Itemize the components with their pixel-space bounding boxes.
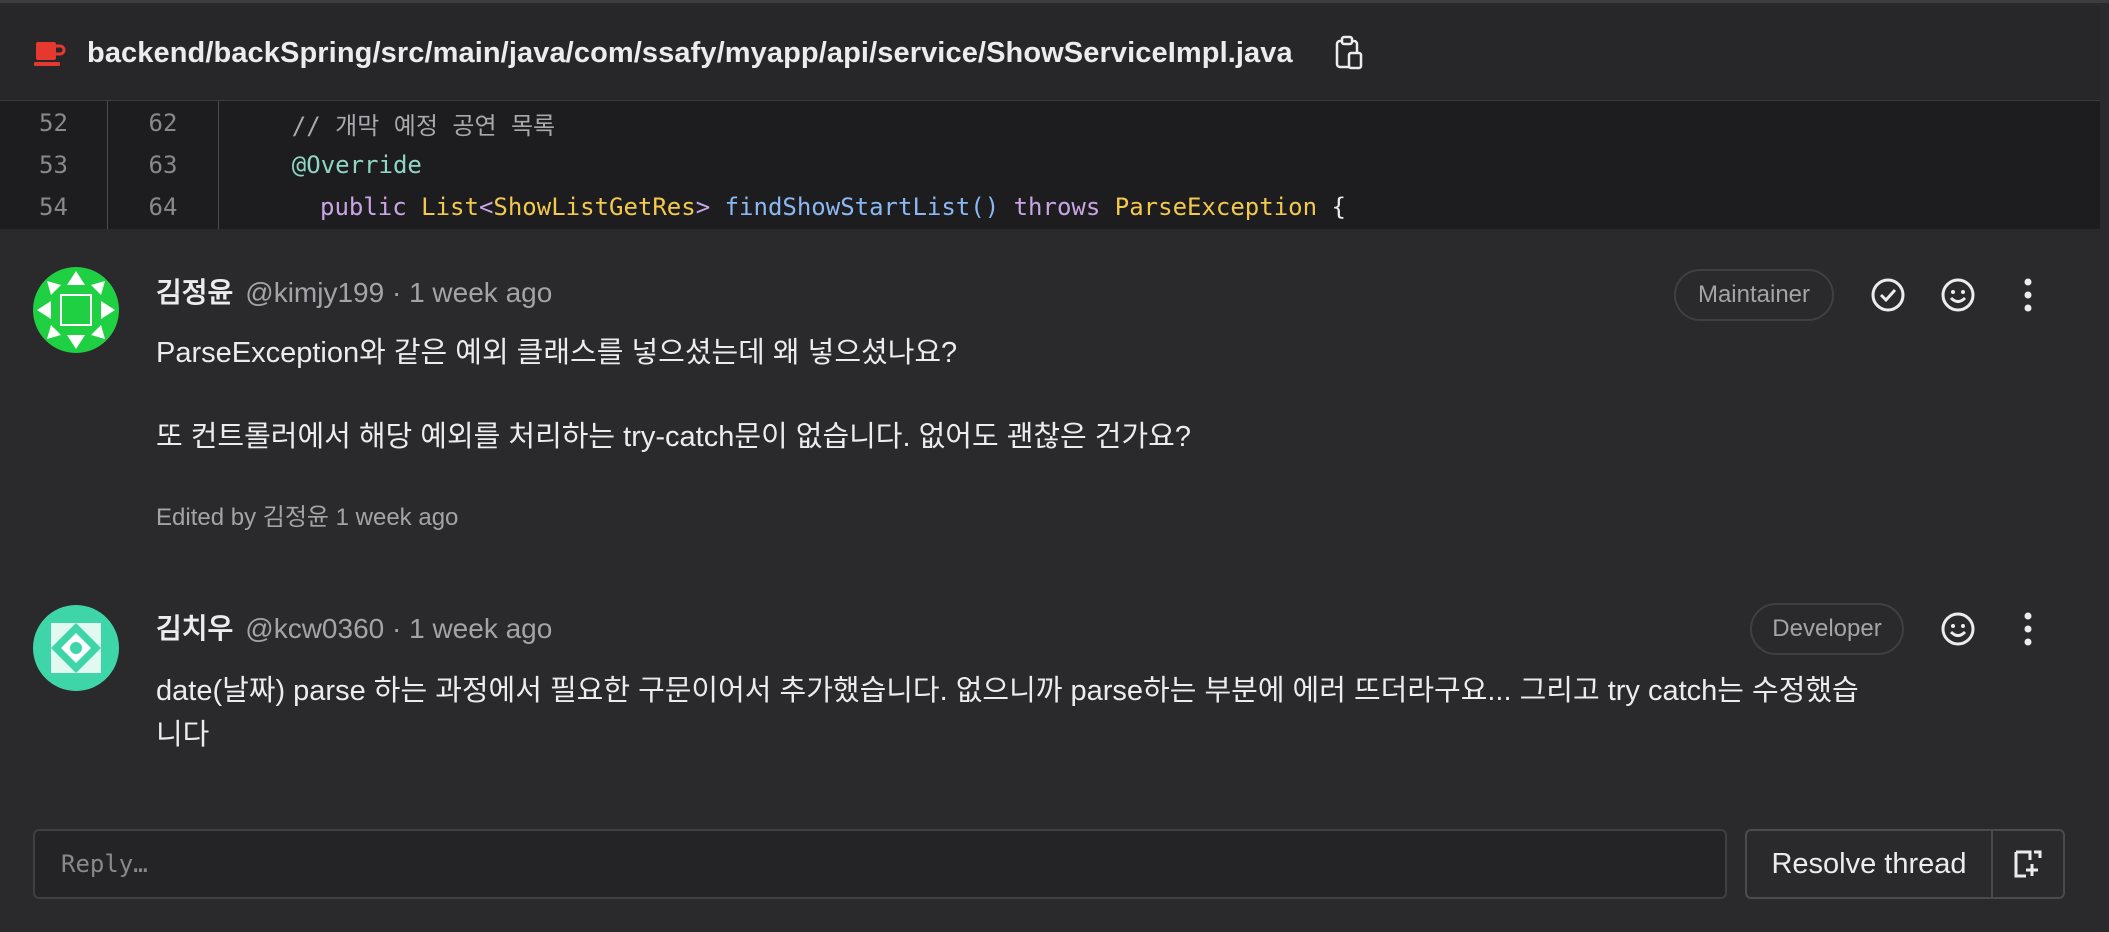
code-token: < [478, 193, 494, 221]
reply-input[interactable] [33, 829, 1727, 899]
gutter-divider [218, 101, 219, 229]
role-badge: Maintainer [1674, 269, 1834, 321]
discussion-note: 김정윤 @kimjy199 · 1 week ago Maintainer Pa… [0, 229, 2100, 559]
code-line: 54 64 public List<ShowListGetRes> findSh… [0, 185, 2100, 229]
java-file-icon [33, 36, 67, 70]
code-token: findShowStartList [724, 193, 971, 221]
author-meta[interactable]: @kimjy199 · 1 week ago [245, 277, 552, 309]
code-token: () [970, 193, 1014, 221]
gutter-divider [107, 101, 108, 229]
author-name[interactable]: 김치우 [156, 607, 233, 647]
old-line-number[interactable]: 53 [0, 151, 107, 179]
code-token: public [320, 193, 422, 221]
avatar[interactable] [33, 267, 119, 353]
old-line-number[interactable]: 54 [0, 193, 107, 221]
note-author-line: 김치우 @kcw0360 · 1 week ago [156, 607, 552, 647]
author-name[interactable]: 김정윤 [156, 271, 233, 311]
file-header: backend/backSpring/src/main/java/com/ssa… [0, 6, 2100, 101]
note-body: date(날짜) parse 하는 과정에서 필요한 구문이어서 추가했습니다.… [156, 675, 1859, 707]
note-body: 니다 [156, 719, 210, 751]
new-line-number[interactable]: 62 [108, 109, 218, 137]
code-token: > [695, 193, 725, 221]
code-token: List [421, 193, 479, 221]
note-body: 또 컨트롤러에서 해당 예외를 처리하는 try-catch문이 없습니다. 없… [156, 421, 1191, 453]
resolve-button-group: Resolve thread [1745, 829, 2065, 899]
edited-note: Edited by 김정윤 1 week ago [156, 504, 459, 531]
emoji-reaction-icon[interactable] [1938, 275, 1978, 315]
file-path[interactable]: backend/backSpring/src/main/java/com/ssa… [87, 37, 1293, 70]
new-line-number[interactable]: 64 [108, 193, 218, 221]
create-issue-icon[interactable] [1993, 831, 2063, 897]
emoji-reaction-icon[interactable] [1938, 609, 1978, 649]
code-token: throws [1013, 193, 1115, 221]
author-meta[interactable]: @kcw0360 · 1 week ago [245, 613, 552, 645]
code-token: ShowListGetRes [493, 193, 696, 221]
new-line-number[interactable]: 63 [108, 151, 218, 179]
code-line: 52 62 // 개막 예정 공연 목록 [0, 101, 2100, 145]
copy-path-icon[interactable] [1329, 31, 1369, 75]
code-text: @Override [234, 151, 422, 179]
code-text: // 개막 예정 공연 목록 [234, 111, 556, 140]
more-actions-icon[interactable] [2008, 609, 2048, 649]
code-token: { [1317, 193, 1346, 221]
discussion-thread: backend/backSpring/src/main/java/com/ssa… [0, 0, 2109, 932]
avatar[interactable] [33, 605, 119, 691]
code-snippet: 52 62 // 개막 예정 공연 목록 53 63 @Override 54 … [0, 101, 2100, 229]
note-author-line: 김정윤 @kimjy199 · 1 week ago [156, 271, 552, 311]
code-text: public List<ShowListGetRes> findShowStar… [320, 193, 1346, 221]
role-badge: Developer [1750, 603, 1904, 655]
old-line-number[interactable]: 52 [0, 109, 107, 137]
code-line: 53 63 @Override [0, 143, 2100, 187]
resolve-check-icon[interactable] [1868, 275, 1908, 315]
discussion-note: 김치우 @kcw0360 · 1 week ago Developer date… [0, 569, 2100, 769]
note-body: ParseException와 같은 예외 클래스를 넣으셨는데 왜 넣으셨나요… [156, 337, 958, 369]
more-actions-icon[interactable] [2008, 275, 2048, 315]
code-token: ParseException [1114, 193, 1318, 221]
resolve-thread-button[interactable]: Resolve thread [1747, 831, 1993, 897]
